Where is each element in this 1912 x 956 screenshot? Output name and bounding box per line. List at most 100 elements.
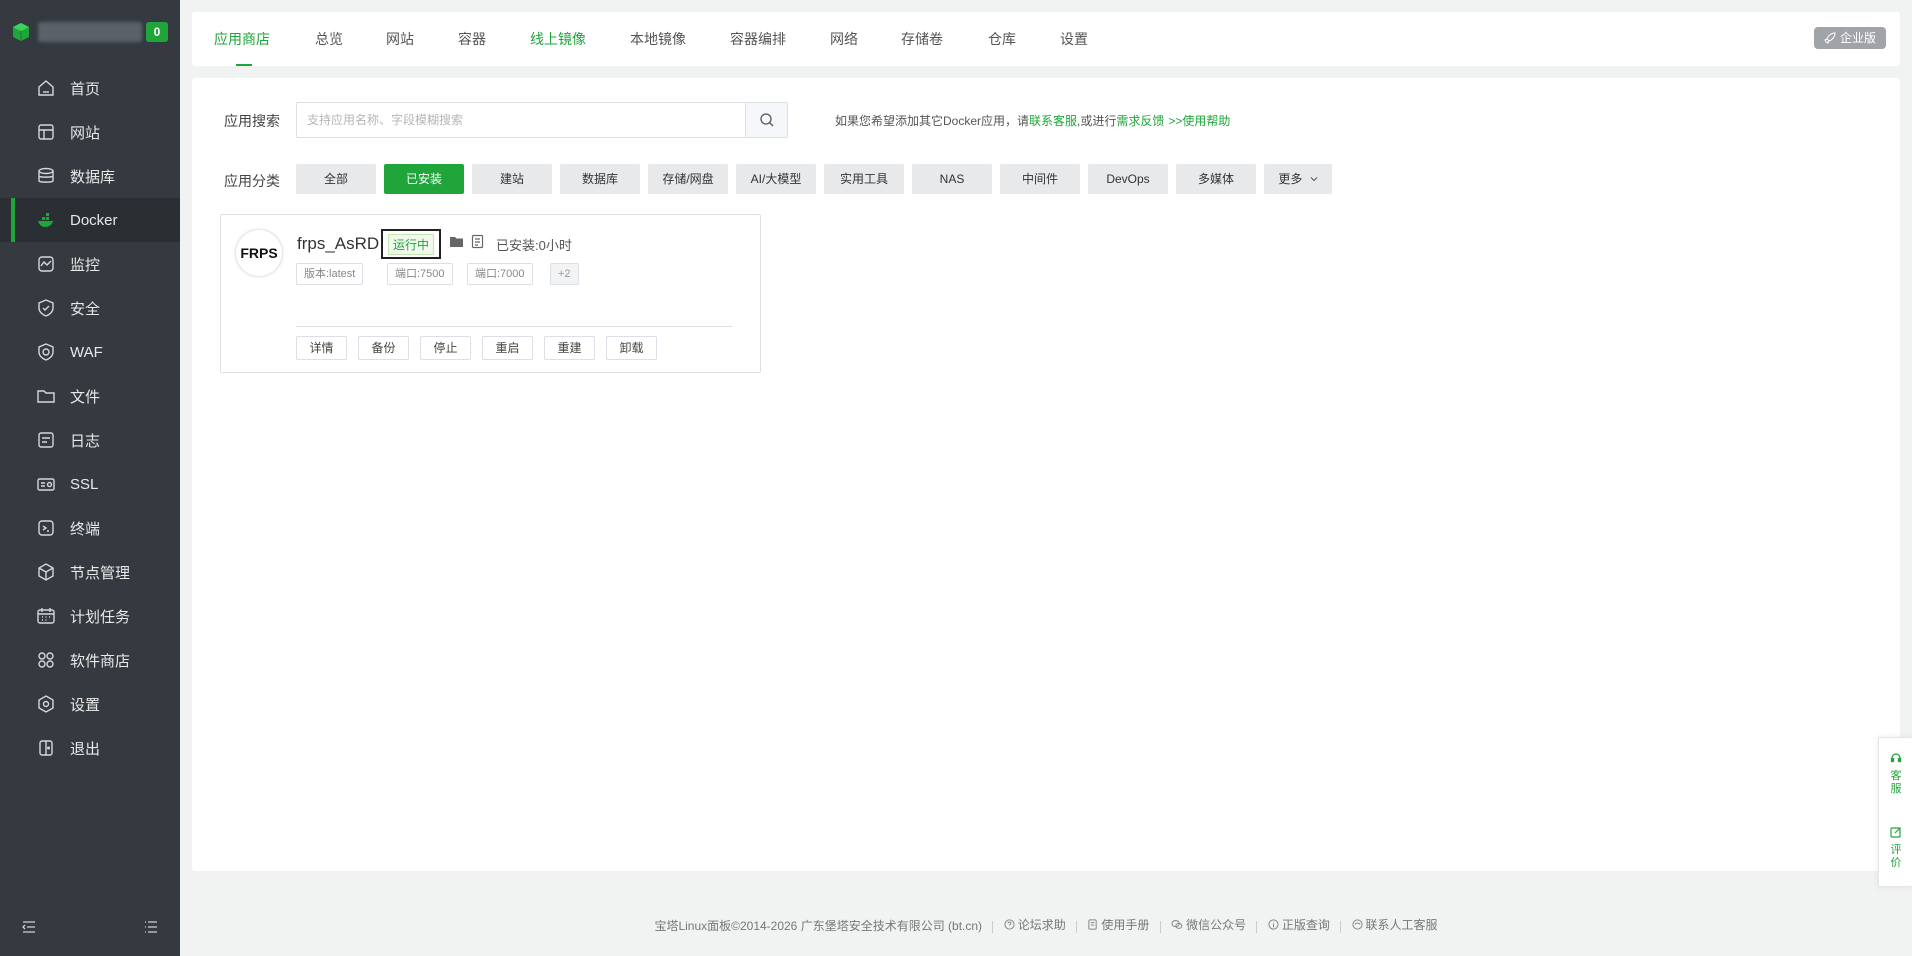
- log-file-icon[interactable]: [471, 234, 485, 249]
- footer-link-wechat[interactable]: 微信公众号: [1171, 916, 1246, 933]
- sidebar-item-home[interactable]: 首页: [0, 66, 180, 110]
- sidebar-item-label: 文件: [70, 388, 101, 406]
- sidebar-item-ssl[interactable]: SSL: [0, 462, 180, 506]
- hint-text-mid: ,或进行: [1077, 114, 1117, 128]
- shield-icon: [36, 298, 56, 318]
- tab-volumes[interactable]: 存储卷: [901, 12, 943, 66]
- sidebar-item-software-store[interactable]: 软件商店: [0, 638, 180, 682]
- sidebar-item-label: 日志: [70, 432, 101, 450]
- apps-icon: [36, 650, 56, 670]
- category-devops[interactable]: DevOps: [1088, 164, 1168, 194]
- restart-button[interactable]: 重启: [482, 336, 533, 360]
- home-icon: [36, 78, 56, 98]
- category-media[interactable]: 多媒体: [1176, 164, 1256, 194]
- tab-overview[interactable]: 总览: [315, 12, 343, 66]
- tab-network[interactable]: 网络: [830, 12, 858, 66]
- tab-app-store[interactable]: 应用商店: [214, 12, 270, 66]
- sidebar-item-label: SSL: [70, 475, 99, 493]
- menu-list-icon[interactable]: [144, 920, 158, 934]
- sidebar-item-files[interactable]: 文件: [0, 374, 180, 418]
- footer-link-contact[interactable]: 联系人工客服: [1351, 916, 1438, 933]
- tab-websites[interactable]: 网站: [386, 12, 414, 66]
- details-button[interactable]: 详情: [296, 336, 347, 360]
- divider: [1159, 920, 1161, 933]
- sidebar-item-label: 软件商店: [70, 652, 131, 670]
- sidebar-item-label: 首页: [70, 80, 101, 98]
- feedback-link[interactable]: 需求反馈: [1116, 114, 1164, 128]
- footer-link-forum[interactable]: 论坛求助: [1004, 916, 1066, 933]
- footer-link-label: 联系人工客服: [1365, 918, 1438, 932]
- stop-button[interactable]: 停止: [420, 336, 471, 360]
- category-tools[interactable]: 实用工具: [824, 164, 904, 194]
- enterprise-button[interactable]: 企业版: [1813, 27, 1886, 49]
- category-storage[interactable]: 存储/网盘: [648, 164, 728, 194]
- tab-compose[interactable]: 容器编排: [730, 12, 786, 66]
- docker-tab-bar: 应用商店 总览 网站 容器 线上镜像 本地镜像 容器编排 网络 存储卷 仓库 设…: [192, 12, 1900, 66]
- support-icon: [1351, 919, 1363, 930]
- notification-badge[interactable]: 0: [146, 22, 168, 42]
- search-label: 应用搜索: [224, 113, 280, 129]
- help-link[interactable]: >>使用帮助: [1168, 114, 1230, 128]
- sidebar-item-monitor[interactable]: 监控: [0, 242, 180, 286]
- sidebar-item-website[interactable]: 网站: [0, 110, 180, 154]
- website-icon: [36, 122, 56, 142]
- more-ports-tag[interactable]: +2: [550, 263, 579, 285]
- uninstall-button[interactable]: 卸载: [606, 336, 657, 360]
- search-hint: 如果您希望添加其它Docker应用，请联系客服,或进行需求反馈 >>使用帮助: [835, 112, 1230, 129]
- tab-registry[interactable]: 仓库: [988, 12, 1016, 66]
- tab-online-images[interactable]: 线上镜像: [530, 12, 586, 66]
- sidebar-item-logout[interactable]: 退出: [0, 726, 180, 770]
- category-installed[interactable]: 已安装: [384, 164, 464, 194]
- app-card[interactable]: FRPS frps_AsRD 运行中 已安装:0小时 版本:latest 端口:…: [220, 214, 761, 373]
- tab-settings[interactable]: 设置: [1060, 12, 1088, 66]
- sidebar-footer: [0, 918, 180, 938]
- footer-link-manual[interactable]: 使用手册: [1087, 916, 1149, 933]
- sidebar-item-terminal[interactable]: 终端: [0, 506, 180, 550]
- tab-containers[interactable]: 容器: [458, 12, 486, 66]
- tab-local-images[interactable]: 本地镜像: [630, 12, 686, 66]
- category-database[interactable]: 数据库: [560, 164, 640, 194]
- main-panel: 应用搜索 如果您希望添加其它Docker应用，请联系客服,或进行需求反馈 >>使用…: [192, 78, 1900, 871]
- category-ai[interactable]: AI/大模型: [736, 164, 816, 194]
- footer-link-genuine[interactable]: 正版查询: [1268, 916, 1330, 933]
- backup-button[interactable]: 备份: [358, 336, 409, 360]
- sidebar-item-docker[interactable]: Docker: [0, 198, 180, 242]
- gear-icon: [36, 694, 56, 714]
- status-badge: 运行中: [381, 229, 441, 259]
- category-middleware[interactable]: 中间件: [1000, 164, 1080, 194]
- sidebar-item-nodes[interactable]: 节点管理: [0, 550, 180, 594]
- category-website[interactable]: 建站: [472, 164, 552, 194]
- search-input[interactable]: [297, 103, 747, 137]
- enterprise-label: 企业版: [1839, 31, 1876, 45]
- chevron-down-icon: [1310, 177, 1318, 182]
- category-more-dropdown[interactable]: 更多: [1264, 164, 1332, 194]
- sidebar-item-logs[interactable]: 日志: [0, 418, 180, 462]
- sidebar-item-label: Docker: [70, 211, 118, 229]
- sidebar-item-waf[interactable]: WAF: [0, 330, 180, 374]
- sidebar-item-cron[interactable]: 计划任务: [0, 594, 180, 638]
- installed-time: 已安装:0小时: [496, 238, 572, 253]
- category-nas[interactable]: NAS: [912, 164, 992, 194]
- contact-support-link[interactable]: 联系客服: [1029, 114, 1077, 128]
- terminal-icon: [36, 518, 56, 538]
- sidebar-header: 0: [0, 14, 180, 50]
- floating-support-panel: 客服 评价: [1878, 737, 1912, 887]
- docker-icon: [36, 210, 56, 230]
- customer-service-button[interactable]: 客服: [1879, 752, 1912, 796]
- folder-icon: [36, 386, 56, 406]
- bt-logo-icon: [13, 23, 29, 41]
- folder-icon[interactable]: [449, 235, 464, 248]
- question-icon: [1004, 919, 1015, 930]
- sidebar-item-database[interactable]: 数据库: [0, 154, 180, 198]
- sidebar-item-security[interactable]: 安全: [0, 286, 180, 330]
- category-all[interactable]: 全部: [296, 164, 376, 194]
- collapse-sidebar-icon[interactable]: [22, 920, 36, 934]
- waf-icon: [36, 342, 56, 362]
- review-button[interactable]: 评价: [1879, 826, 1912, 870]
- sidebar-item-settings[interactable]: 设置: [0, 682, 180, 726]
- category-more-label: 更多: [1278, 172, 1303, 186]
- search-button[interactable]: [745, 103, 787, 137]
- rebuild-button[interactable]: 重建: [544, 336, 595, 360]
- user-name-blurred: [38, 22, 142, 42]
- sidebar-item-label: 数据库: [70, 168, 116, 186]
